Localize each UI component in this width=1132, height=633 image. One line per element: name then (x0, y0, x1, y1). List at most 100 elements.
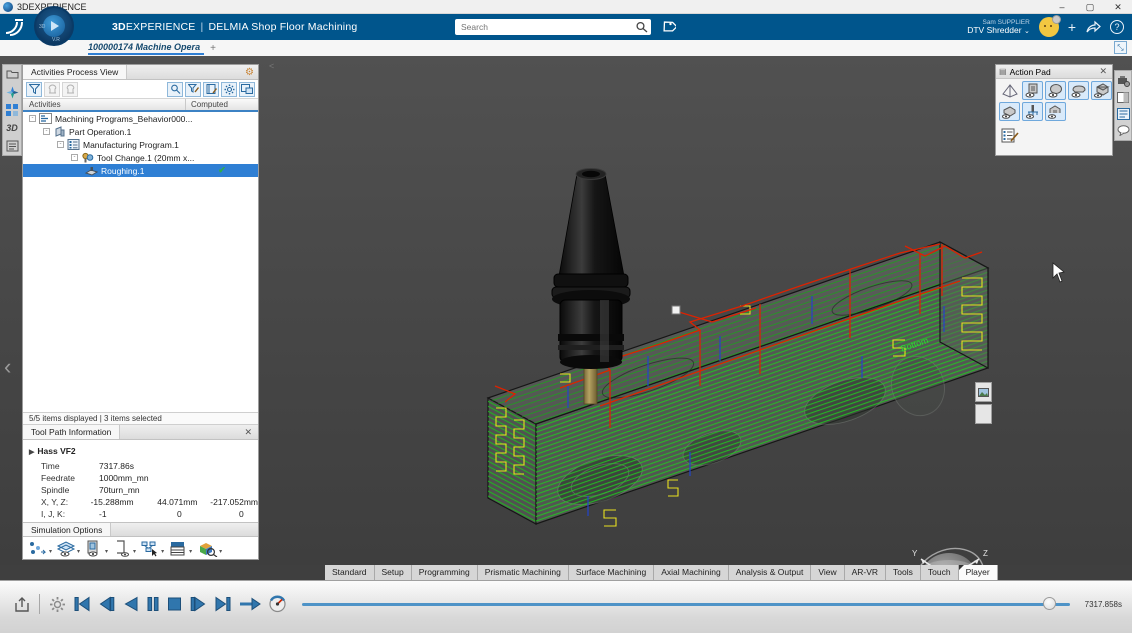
axis-y-label[interactable]: Y (912, 549, 918, 558)
pause-button[interactable] (146, 596, 160, 612)
player-settings-gear-icon[interactable] (49, 596, 66, 613)
expander-box[interactable]: - (29, 115, 36, 122)
action-pad-pin-icon[interactable]: ▤ (999, 67, 1007, 76)
user-info[interactable]: Sam SUPPLIER DTV Shredder ⌄ (967, 19, 1030, 36)
tab-prismatic-machining[interactable]: Prismatic Machining (478, 565, 569, 580)
stop-button[interactable] (167, 596, 182, 612)
skip-to-start-button[interactable] (73, 596, 91, 612)
compass-nav-icon[interactable] (5, 85, 20, 99)
stamp2-disabled-icon[interactable] (62, 82, 78, 97)
list-properties-icon[interactable] (1117, 108, 1130, 120)
node-select-icon[interactable]: ▾ (140, 540, 167, 557)
machine-show-hide-icon[interactable] (1022, 81, 1043, 100)
3d-space-icon[interactable]: 3D (5, 121, 20, 135)
stamp-disabled-icon[interactable] (44, 82, 60, 97)
tab-player[interactable]: Player (959, 565, 998, 580)
notes-icon[interactable] (5, 139, 20, 153)
simulation-options-title[interactable]: Simulation Options (23, 523, 111, 536)
maximize-button[interactable]: ▢ (1076, 0, 1104, 14)
folder-icon[interactable] (5, 67, 20, 81)
expander-icon[interactable]: ▶ (29, 449, 34, 456)
panel-settings-gear-icon[interactable]: ⚙ (245, 67, 254, 78)
avatar[interactable] (1039, 17, 1059, 37)
new-tab-button[interactable]: + (210, 43, 216, 54)
tab-standard[interactable]: Standard (325, 565, 375, 580)
help-button[interactable]: ? (1110, 20, 1124, 34)
tree-row-machining-programs[interactable]: - Machining Programs_Behavior000... (23, 112, 258, 125)
axis-z-label[interactable]: Z (983, 549, 988, 558)
capture-state-button[interactable] (975, 382, 992, 402)
stock-show-hide-icon[interactable] (1045, 81, 1066, 100)
expander-box[interactable]: - (57, 141, 64, 148)
close-button[interactable]: ✕ (1104, 0, 1132, 14)
document-tab[interactable]: 100000174 Machine Opera (88, 42, 204, 55)
activities-panel-title[interactable]: Activities Process View (23, 65, 127, 79)
toolpath-display-icon[interactable]: ▾ (28, 540, 55, 557)
tab-setup[interactable]: Setup (375, 565, 412, 580)
tag-icon[interactable] (660, 19, 676, 35)
tab-programming[interactable]: Programming (412, 565, 478, 580)
play-backward-button[interactable] (123, 596, 139, 612)
step-forward-button[interactable] (189, 596, 207, 612)
minimize-button[interactable]: – (1048, 0, 1076, 14)
shop-show-hide-icon[interactable] (1045, 102, 1066, 121)
tab-axial-machining[interactable]: Axial Machining (654, 565, 729, 580)
panel-toggle-icon[interactable] (1117, 92, 1129, 103)
view-compass[interactable]: Y Z X (905, 538, 995, 565)
3dcompass-button[interactable]: 3D V.R (34, 6, 74, 46)
fixture-show-hide-icon[interactable] (1068, 81, 1089, 100)
tree-column-headers[interactable]: Activities Computed (23, 99, 258, 112)
tree-row-tool-change[interactable]: - Tool Change.1 (20mm x... (23, 151, 258, 164)
playback-speed-gauge-button[interactable] (268, 595, 287, 613)
door-visibility-icon[interactable]: ▾ (112, 540, 139, 557)
result-show-hide-icon[interactable] (999, 102, 1020, 121)
timeline-knob[interactable] (1043, 597, 1056, 610)
machine-visibility-icon[interactable]: ▾ (84, 540, 111, 557)
timeline-slider[interactable] (302, 597, 1070, 611)
part-show-hide-icon[interactable] (1091, 81, 1112, 100)
filter-icon[interactable] (26, 82, 42, 97)
search-input[interactable] (455, 22, 635, 32)
toolpath-close-icon[interactable]: ✕ (238, 427, 258, 438)
comments-bubble-icon[interactable] (1117, 125, 1130, 136)
machine-resources-icon[interactable] (1117, 75, 1130, 87)
analyze-cube-icon[interactable]: ▾ (196, 540, 225, 557)
tab-tools[interactable]: Tools (886, 565, 921, 580)
export-icon[interactable] (14, 596, 30, 613)
edit-list-icon[interactable] (999, 126, 1020, 145)
share-icon[interactable] (1085, 20, 1101, 34)
tab-ar-vr[interactable]: AR-VR (845, 565, 886, 580)
skip-to-end-button[interactable] (214, 596, 232, 612)
tab-touch[interactable]: Touch (921, 565, 959, 580)
apps-grid-icon[interactable] (5, 103, 20, 117)
log-book-icon[interactable] (203, 82, 219, 97)
results-table-icon[interactable]: ▾ (168, 540, 195, 557)
search-icon[interactable] (635, 21, 649, 33)
step-backward-button[interactable] (98, 596, 116, 612)
tree-row-manufacturing-program[interactable]: - Manufacturing Program.1 (23, 138, 258, 151)
toolpath-panel-title[interactable]: Tool Path Information (23, 425, 120, 439)
add-content-button[interactable]: + (1068, 14, 1076, 40)
tab-analysis-output[interactable]: Analysis & Output (729, 565, 812, 580)
panel-search-icon[interactable] (167, 82, 183, 97)
workplane-icon[interactable] (999, 81, 1020, 100)
tree-row-roughing[interactable]: Roughing.1 ✔ (23, 164, 258, 177)
tool-show-hide-icon[interactable] (1022, 102, 1043, 121)
left-panel-collapse-chevron[interactable]: ‹ (4, 356, 11, 378)
action-pad-close-icon[interactable]: ✕ (1094, 66, 1112, 77)
expander-box[interactable]: - (71, 154, 78, 161)
tree-row-part-operation[interactable]: - Part Operation.1 (23, 125, 258, 138)
panel-collapse-icon[interactable]: < (269, 61, 274, 71)
continuous-play-button[interactable] (239, 597, 261, 611)
tab-view[interactable]: View (811, 565, 844, 580)
options-gear-icon[interactable] (221, 82, 237, 97)
restore-layout-icon[interactable]: ⤡ (1114, 41, 1127, 54)
filter-edit-icon[interactable] (185, 82, 201, 97)
viewport-3d[interactable]: Bottom Y Z X (0, 56, 1132, 565)
search-box[interactable] (455, 19, 651, 35)
tree-empty-area[interactable] (23, 177, 258, 412)
material-removal-icon[interactable]: ▾ (56, 540, 83, 557)
blank-tool-button[interactable] (975, 404, 992, 424)
save-view-icon[interactable] (239, 82, 255, 97)
expander-box[interactable]: - (43, 128, 50, 135)
